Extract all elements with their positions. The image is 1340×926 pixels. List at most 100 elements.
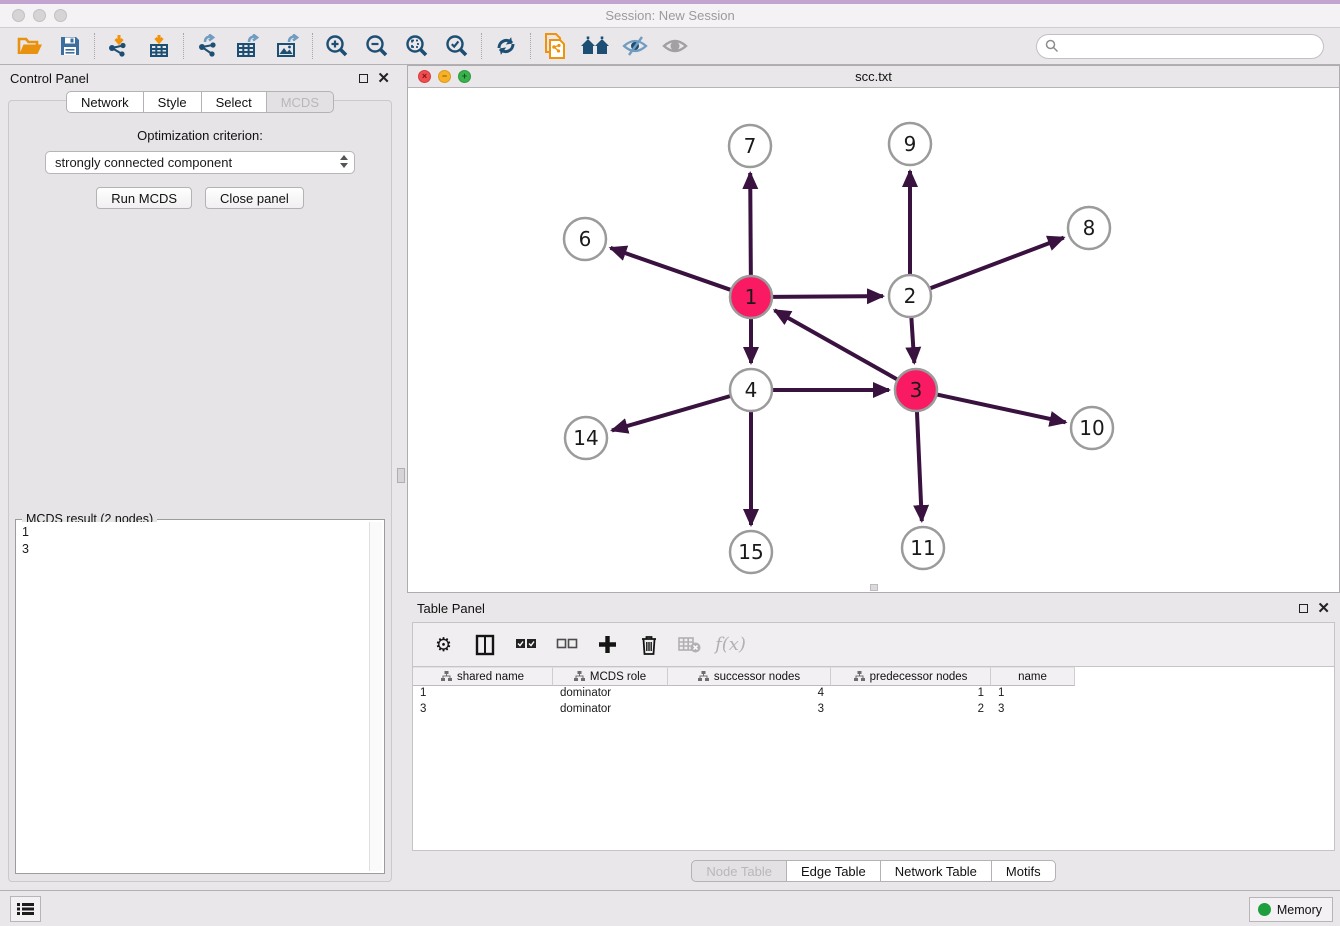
export-table-icon (235, 34, 261, 58)
table-cell[interactable]: 4 (668, 686, 831, 702)
tab-network[interactable]: Network (66, 91, 144, 113)
close-panel-icon[interactable]: ✕ (377, 71, 390, 86)
table-tab-motifs[interactable]: Motifs (992, 860, 1056, 882)
table-cell[interactable]: 1 (991, 686, 1075, 702)
table-cell[interactable]: 2 (831, 702, 991, 718)
edge-3-1[interactable] (775, 310, 898, 379)
network-window-controls: × − + (418, 70, 471, 83)
table-cell[interactable]: dominator (553, 702, 668, 718)
node-2[interactable]: 2 (889, 275, 931, 317)
delete-entry-button[interactable] (630, 628, 667, 662)
zoom-fit-button[interactable] (397, 31, 437, 61)
deselect-all-button[interactable] (548, 628, 585, 662)
table-cell[interactable]: 1 (413, 686, 553, 702)
search-container (1036, 34, 1324, 59)
table-cell[interactable]: 1 (831, 686, 991, 702)
import-network-button[interactable] (99, 31, 139, 61)
function-builder-button[interactable]: f(x) (712, 628, 749, 662)
import-table-button[interactable] (139, 31, 179, 61)
mcds-result-text[interactable]: 1 3 (18, 522, 368, 871)
close-table-panel-icon[interactable]: ✕ (1317, 601, 1330, 616)
control-panel: Control Panel ✕ NetworkStyleSelectMCDS O… (0, 65, 400, 890)
column-header-predecessor-nodes[interactable]: predecessor nodes (831, 667, 991, 686)
node-table[interactable]: shared nameMCDS rolesuccessor nodesprede… (412, 667, 1335, 851)
show-all-button[interactable] (655, 31, 695, 61)
node-14[interactable]: 14 (565, 417, 607, 459)
mcds-result-scrollbar[interactable] (369, 522, 382, 871)
clone-network-button[interactable] (535, 31, 575, 61)
node-8[interactable]: 8 (1068, 207, 1110, 249)
save-session-button[interactable] (50, 31, 90, 61)
table-cell[interactable]: dominator (553, 686, 668, 702)
edge-1-2[interactable] (772, 296, 883, 297)
node-6[interactable]: 6 (564, 218, 606, 260)
edge-4-14[interactable] (612, 396, 731, 431)
node-7[interactable]: 7 (729, 125, 771, 167)
toolbar-separator (312, 33, 313, 59)
zoom-out-button[interactable] (357, 31, 397, 61)
zoom-in-button[interactable] (317, 31, 357, 61)
table-row[interactable]: 1dominator411 (413, 686, 1334, 702)
float-table-panel-icon[interactable] (1299, 604, 1308, 613)
task-history-button[interactable] (10, 896, 41, 922)
close-panel-button[interactable]: Close panel (205, 187, 304, 209)
table-cell[interactable]: 3 (413, 702, 553, 718)
node-4[interactable]: 4 (730, 369, 772, 411)
export-network-button[interactable] (188, 31, 228, 61)
select-all-button[interactable] (507, 628, 544, 662)
node-15[interactable]: 15 (730, 531, 772, 573)
delete-column-button[interactable] (671, 628, 708, 662)
toggle-panel-button[interactable] (466, 628, 503, 662)
network-minimize-button[interactable]: − (438, 70, 451, 83)
column-header-name[interactable]: name (991, 667, 1075, 686)
node-11[interactable]: 11 (902, 527, 944, 569)
tab-style[interactable]: Style (144, 91, 202, 113)
table-cell[interactable]: 3 (668, 702, 831, 718)
table-tab-network-table[interactable]: Network Table (881, 860, 992, 882)
edge-2-3[interactable] (911, 317, 914, 363)
table-settings-button[interactable]: ⚙ (425, 628, 462, 662)
table-cell[interactable]: 3 (991, 702, 1075, 718)
export-image-button[interactable] (268, 31, 308, 61)
panel-splitter-grip[interactable] (397, 468, 405, 483)
first-neighbors-button[interactable] (575, 31, 615, 61)
tab-mcds[interactable]: MCDS (267, 91, 334, 113)
node-9[interactable]: 9 (889, 123, 931, 165)
node-table-header: shared nameMCDS rolesuccessor nodesprede… (413, 667, 1334, 686)
edge-1-7[interactable] (750, 173, 751, 276)
hide-selected-button[interactable] (615, 31, 655, 61)
node-10[interactable]: 10 (1071, 407, 1113, 449)
node-1[interactable]: 1 (730, 276, 772, 318)
table-row[interactable]: 3dominator323 (413, 702, 1334, 718)
network-resize-grip[interactable] (870, 584, 878, 591)
tab-select[interactable]: Select (202, 91, 267, 113)
edge-3-10[interactable] (937, 394, 1066, 422)
main-toolbar (0, 28, 1340, 65)
edge-1-6[interactable] (610, 248, 731, 290)
svg-text:11: 11 (910, 536, 935, 560)
network-window: × − + scc.txt 7968124314101511 (407, 65, 1340, 593)
svg-text:9: 9 (904, 132, 917, 156)
column-header-successor-nodes[interactable]: successor nodes (668, 667, 831, 686)
zoom-selected-button[interactable] (437, 31, 477, 61)
edge-3-11[interactable] (917, 411, 922, 521)
svg-text:14: 14 (573, 426, 598, 450)
edge-2-8[interactable] (930, 238, 1064, 289)
table-tab-node-table[interactable]: Node Table (691, 860, 787, 882)
node-3[interactable]: 3 (895, 369, 937, 411)
column-header-MCDS-role[interactable]: MCDS role (553, 667, 668, 686)
network-canvas[interactable]: 7 9 6 8 1 2 4 3 14 10 15 11 (407, 88, 1340, 593)
apply-layout-button[interactable] (486, 31, 526, 61)
search-input[interactable] (1036, 34, 1324, 59)
float-panel-icon[interactable] (359, 74, 368, 83)
run-mcds-button[interactable]: Run MCDS (96, 187, 192, 209)
optimization-select[interactable]: strongly connected component (45, 151, 355, 174)
network-close-button[interactable]: × (418, 70, 431, 83)
network-maximize-button[interactable]: + (458, 70, 471, 83)
column-header-shared-name[interactable]: shared name (413, 667, 553, 686)
memory-button[interactable]: Memory (1249, 897, 1333, 922)
open-session-button[interactable] (10, 31, 50, 61)
export-table-button[interactable] (228, 31, 268, 61)
table-tab-edge-table[interactable]: Edge Table (787, 860, 881, 882)
add-entry-button[interactable] (589, 628, 626, 662)
